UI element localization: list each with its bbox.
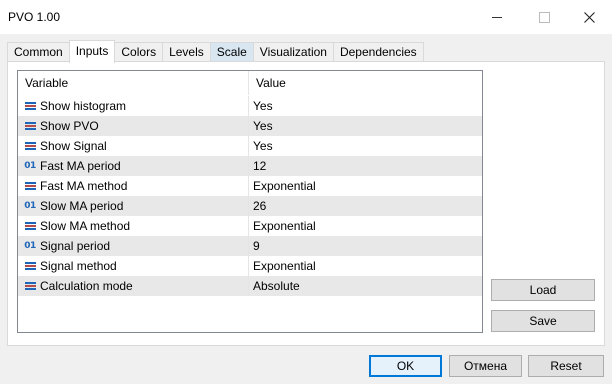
- tab-inputs[interactable]: Inputs: [68, 40, 116, 63]
- value-cell[interactable]: 9: [249, 236, 482, 256]
- value-cell[interactable]: Exponential: [249, 216, 482, 236]
- value-cell[interactable]: Exponential: [249, 256, 482, 276]
- variable-name: Show PVO: [40, 119, 99, 133]
- table-row[interactable]: Calculation mode Absolute: [18, 276, 482, 296]
- column-header-variable[interactable]: Variable: [18, 71, 249, 95]
- value-cell[interactable]: 12: [249, 156, 482, 176]
- variable-cell: Calculation mode: [18, 276, 249, 296]
- variable-cell: 01 Slow MA period: [18, 196, 249, 216]
- enum-icon: [24, 140, 36, 152]
- enum-icon: [24, 100, 36, 112]
- variable-cell: Slow MA method: [18, 216, 249, 236]
- value-cell[interactable]: Yes: [249, 116, 482, 136]
- enum-icon: [24, 180, 36, 192]
- variable-name: Calculation mode: [40, 279, 133, 293]
- tab-visualization[interactable]: Visualization: [252, 42, 334, 63]
- variable-cell: 01 Signal period: [18, 236, 249, 256]
- table-row[interactable]: Show PVO Yes: [18, 116, 482, 136]
- title-bar: PVO 1.00: [0, 0, 612, 34]
- tab-colors[interactable]: Colors: [114, 42, 164, 63]
- enum-icon: [24, 220, 36, 232]
- table-row[interactable]: Signal method Exponential: [18, 256, 482, 276]
- variable-cell: Show histogram: [18, 96, 249, 116]
- table-row[interactable]: 01 Fast MA period 12: [18, 156, 482, 176]
- inputs-grid[interactable]: Variable Value Show histogram Yes Show P…: [17, 70, 483, 333]
- variable-name: Fast MA method: [40, 179, 128, 193]
- tab-dependencies[interactable]: Dependencies: [332, 42, 424, 63]
- integer-icon: 01: [24, 201, 36, 211]
- table-row[interactable]: 01 Signal period 9: [18, 236, 482, 256]
- variable-name: Signal period: [40, 239, 111, 253]
- column-header-value[interactable]: Value: [249, 71, 482, 95]
- reset-button[interactable]: Reset: [528, 355, 604, 377]
- table-row[interactable]: Fast MA method Exponential: [18, 176, 482, 196]
- value-cell[interactable]: Yes: [249, 136, 482, 156]
- variable-name: Fast MA period: [40, 159, 121, 173]
- grid-header: Variable Value: [18, 71, 482, 96]
- variable-name: Slow MA period: [40, 199, 124, 213]
- save-button[interactable]: Save: [491, 310, 595, 332]
- value-cell[interactable]: Exponential: [249, 176, 482, 196]
- close-icon[interactable]: [566, 0, 612, 34]
- variable-cell: 01 Fast MA period: [18, 156, 249, 176]
- integer-icon: 01: [24, 241, 36, 251]
- cancel-button[interactable]: Отмена: [449, 355, 522, 377]
- table-row[interactable]: Show Signal Yes: [18, 136, 482, 156]
- integer-icon: 01: [24, 161, 36, 171]
- enum-icon: [24, 280, 36, 292]
- maximize-icon: [521, 0, 567, 34]
- enum-icon: [24, 260, 36, 272]
- table-row[interactable]: Show histogram Yes: [18, 96, 482, 116]
- tab-common[interactable]: Common: [7, 42, 70, 63]
- value-cell[interactable]: Absolute: [249, 276, 482, 296]
- table-row[interactable]: Slow MA method Exponential: [18, 216, 482, 236]
- tab-levels[interactable]: Levels: [162, 42, 211, 63]
- variable-cell: Show Signal: [18, 136, 249, 156]
- tab-bar: Common Inputs Colors Levels Scale Visual…: [7, 40, 424, 63]
- load-button[interactable]: Load: [491, 279, 595, 301]
- tab-scale[interactable]: Scale: [209, 42, 254, 63]
- variable-name: Show Signal: [40, 139, 107, 153]
- value-cell[interactable]: Yes: [249, 96, 482, 116]
- variable-name: Show histogram: [40, 99, 127, 113]
- variable-name: Signal method: [40, 259, 117, 273]
- ok-button[interactable]: OK: [369, 355, 442, 377]
- minimize-icon[interactable]: [474, 0, 520, 34]
- variable-name: Slow MA method: [40, 219, 131, 233]
- variable-cell: Fast MA method: [18, 176, 249, 196]
- window-title: PVO 1.00: [8, 10, 61, 24]
- value-cell[interactable]: 26: [249, 196, 482, 216]
- variable-cell: Signal method: [18, 256, 249, 276]
- enum-icon: [24, 120, 36, 132]
- variable-cell: Show PVO: [18, 116, 249, 136]
- table-row[interactable]: 01 Slow MA period 26: [18, 196, 482, 216]
